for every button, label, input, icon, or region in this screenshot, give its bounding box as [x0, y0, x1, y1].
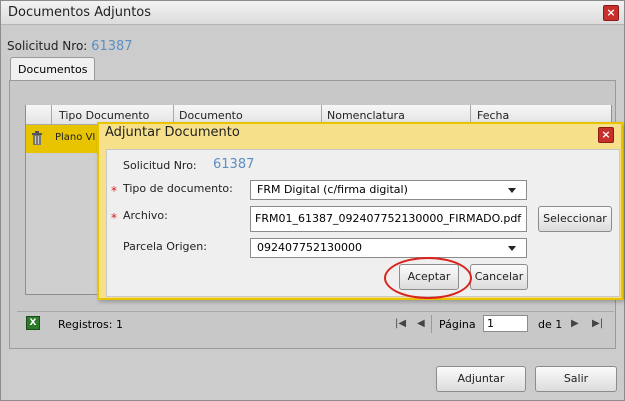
tipo-documento-label: Tipo de documento:	[123, 182, 233, 195]
column-separator	[51, 105, 52, 125]
solicitud-label: Solicitud Nro:	[7, 39, 88, 53]
parcela-origen-select[interactable]: 092407752130000	[250, 238, 527, 258]
page-number-input[interactable]: 1	[483, 315, 528, 332]
prev-page-icon[interactable]: ◀	[417, 318, 425, 329]
dialog-close-icon[interactable]: ×	[598, 127, 614, 143]
column-header-tipo-documento[interactable]: Tipo Documento	[59, 109, 149, 122]
required-mark: *	[111, 211, 117, 225]
column-header-documento[interactable]: Documento	[179, 109, 243, 122]
page-label: Página	[439, 318, 476, 331]
required-mark: *	[111, 184, 117, 198]
seleccionar-button[interactable]: Seleccionar	[538, 206, 612, 232]
chevron-down-icon[interactable]	[508, 246, 516, 251]
aceptar-highlight-circle	[384, 257, 472, 299]
solicitud-row: Solicitud Nro: 61387	[7, 39, 133, 54]
solicitud-number: 61387	[91, 39, 133, 54]
parcela-origen-value: 092407752130000	[257, 241, 362, 254]
column-header-nomenclatura[interactable]: Nomenclatura	[327, 109, 405, 122]
tab-documentos[interactable]: Documentos	[10, 57, 96, 81]
archivo-label: Archivo:	[123, 209, 168, 222]
first-page-icon[interactable]: |◀	[395, 318, 406, 329]
window-title-bar: Documentos Adjuntos ×	[1, 1, 624, 25]
cancelar-button[interactable]: Cancelar	[470, 264, 528, 290]
salir-button[interactable]: Salir	[535, 366, 617, 392]
next-page-icon[interactable]: ▶	[571, 318, 579, 329]
archivo-field[interactable]: FRM01_61387_092407752130000_FIRMADO.pdf	[250, 206, 527, 232]
chevron-down-icon[interactable]	[508, 188, 516, 193]
tipo-documento-select[interactable]: FRM Digital (c/firma digital)	[250, 180, 527, 200]
trash-icon[interactable]	[31, 131, 43, 145]
dialog-solicitud-number: 61387	[213, 157, 255, 172]
dialog-solicitud-label: Solicitud Nro:	[123, 159, 197, 172]
column-header-fecha[interactable]: Fecha	[477, 109, 509, 122]
parcela-origen-label: Parcela Origen:	[123, 240, 207, 253]
records-count: Registros: 1	[58, 318, 123, 331]
window-close-icon[interactable]: ×	[603, 5, 619, 21]
tipo-documento-value: FRM Digital (c/firma digital)	[257, 183, 408, 196]
last-page-icon[interactable]: ▶|	[592, 318, 603, 329]
adjuntar-button[interactable]: Adjuntar	[436, 366, 526, 392]
page-of-label: de 1	[538, 318, 563, 331]
excel-export-icon[interactable]: X	[26, 316, 40, 330]
dialog-title: Adjuntar Documento	[105, 125, 240, 140]
pager-divider	[431, 315, 432, 333]
window-title: Documentos Adjuntos	[8, 5, 152, 20]
row-tipo-documento: Plano VI	[55, 132, 96, 143]
